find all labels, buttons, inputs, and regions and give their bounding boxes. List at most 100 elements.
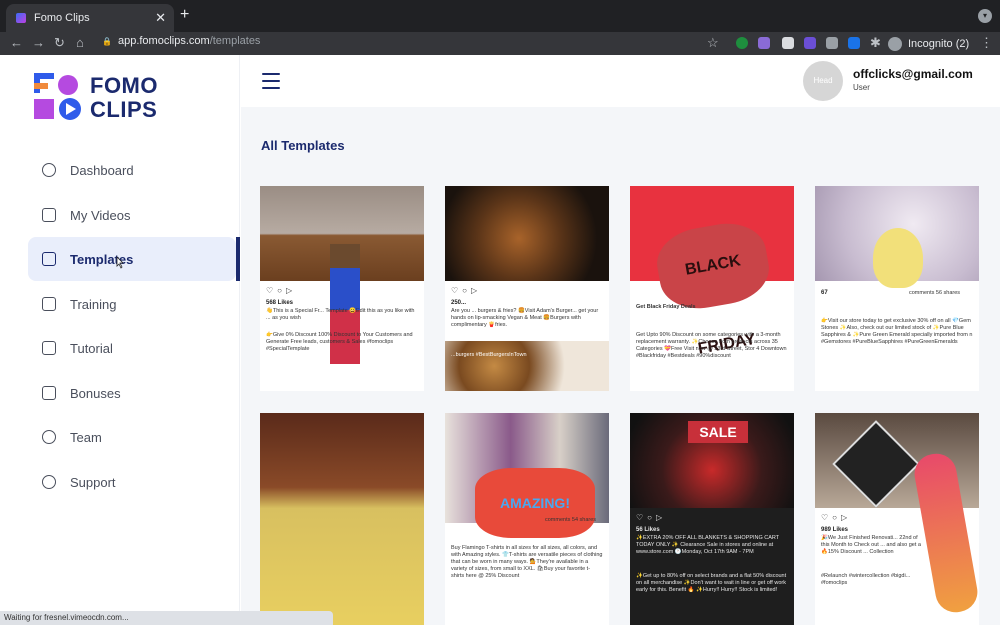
sidebar-item-label: Team bbox=[70, 429, 102, 445]
template-thumbnail bbox=[260, 413, 424, 625]
likes-count: 67 bbox=[821, 290, 828, 296]
sidebar-item-label: My Videos bbox=[70, 207, 131, 223]
template-card-3[interactable]: BLACK FRIDAY Get Black Friday Deals Get … bbox=[630, 186, 794, 391]
incognito-label: Incognito (2) bbox=[908, 37, 970, 50]
sidebar-item-team[interactable]: Team bbox=[28, 415, 236, 459]
close-tab-icon[interactable]: ✕ bbox=[155, 10, 166, 26]
page-title: All Templates bbox=[261, 138, 345, 153]
template-card-6[interactable]: AMAZING! comments 54 shares Buy Flamingo… bbox=[445, 413, 609, 625]
extensions-puzzle-icon[interactable]: ✱ bbox=[870, 35, 881, 51]
new-tab-button[interactable]: + bbox=[180, 6, 189, 24]
app-header: Head offclicks@gmail.com User bbox=[240, 55, 1000, 107]
sale-sign: SALE bbox=[688, 421, 748, 443]
template-thumbnail bbox=[445, 186, 609, 281]
post-caption: 👋This is a Special Fr... Template 😀Edit … bbox=[266, 308, 415, 321]
browser-tab-strip: Fomo Clips ✕ + ▾ bbox=[0, 0, 1000, 32]
favicon-icon bbox=[16, 13, 26, 23]
reload-icon[interactable]: ↻ bbox=[54, 35, 65, 51]
post-action-icons: ♡○▷ bbox=[636, 513, 667, 522]
fomo-clips-logo[interactable]: FOMO CLIPS bbox=[34, 73, 174, 122]
tab-search-icon[interactable]: ▾ bbox=[978, 9, 992, 23]
template-card-4[interactable]: 67 comments 56 shares 👉Visit our store t… bbox=[815, 186, 979, 391]
avatar[interactable]: Head bbox=[803, 61, 843, 101]
user-email: offclicks@gmail.com bbox=[853, 67, 973, 81]
sidebar: FOMO CLIPS Dashboard My Videos Templates… bbox=[0, 55, 240, 625]
post-caption: ✨EXTRA 20% OFF ALL BLANKETS & SHOPPING C… bbox=[636, 535, 780, 555]
sidebar-item-label: Bonuses bbox=[70, 385, 121, 401]
sidebar-item-label: Training bbox=[70, 296, 117, 312]
status-bar: Waiting for fresnel.vimeocdn.com... bbox=[0, 611, 333, 625]
bonuses-icon bbox=[42, 386, 56, 400]
browser-tab[interactable]: Fomo Clips ✕ bbox=[6, 4, 174, 32]
sidebar-item-training[interactable]: Training bbox=[28, 282, 236, 326]
templates-area: All Templates ♡○▷ 568 Likes 👋This is a S… bbox=[241, 107, 1000, 625]
template-card-5[interactable] bbox=[260, 413, 424, 625]
support-icon bbox=[42, 475, 56, 489]
sidebar-item-bonuses[interactable]: Bonuses bbox=[28, 371, 236, 415]
incognito-badge[interactable]: Incognito (2) bbox=[888, 35, 969, 52]
browser-toolbar: ← → ↻ ⌂ 🔒 app.fomoclips.com/templates ☆ … bbox=[0, 32, 1000, 55]
active-indicator bbox=[236, 237, 240, 281]
amazing-graphic: AMAZING! bbox=[475, 468, 595, 538]
url-host: app.fomoclips.com bbox=[117, 35, 210, 47]
forward-icon[interactable]: → bbox=[32, 35, 45, 50]
extension-pen-icon[interactable] bbox=[782, 37, 794, 49]
team-icon bbox=[42, 430, 56, 444]
post-caption: 🎉We Just Finished Renovati... 22nd of th… bbox=[821, 535, 921, 555]
sidebar-item-my-videos[interactable]: My Videos bbox=[28, 193, 236, 237]
mouse-cursor-icon bbox=[116, 256, 124, 269]
post-caption-extra: #Relaunch #wintercollection #bigdi... #f… bbox=[821, 573, 911, 586]
extension-feather-icon[interactable] bbox=[758, 37, 770, 49]
template-card-2[interactable]: ♡○▷ 250... Are you ... burgers & fries? … bbox=[445, 186, 609, 391]
post-comments: comments 54 shares bbox=[545, 517, 597, 523]
training-icon bbox=[42, 297, 56, 311]
likes-count: 568 Likes bbox=[266, 300, 294, 306]
burger-image bbox=[445, 341, 609, 391]
template-card-7[interactable]: SALE ♡○▷ 56 Likes ✨EXTRA 20% OFF ALL BLA… bbox=[630, 413, 794, 625]
post-caption-extra: ...burgers #BestBurgersInTown bbox=[451, 352, 527, 358]
post-caption-extra: 👉Give 0% Discount 100% Discount to Your … bbox=[266, 332, 413, 352]
extension-grid-icon[interactable] bbox=[826, 37, 838, 49]
likes-count: 989 Likes bbox=[821, 527, 849, 533]
browser-menu-icon[interactable]: ⋮ bbox=[980, 35, 993, 51]
back-icon[interactable]: ← bbox=[10, 35, 23, 50]
post-caption-extra: 👉Visit our store today to get exclusive … bbox=[821, 318, 973, 345]
tutorial-icon bbox=[42, 341, 56, 355]
user-role: User bbox=[853, 83, 870, 92]
post-action-icons: ♡○▷ bbox=[451, 286, 482, 295]
extension-blue-icon[interactable] bbox=[848, 37, 860, 49]
angel-figure bbox=[873, 228, 923, 288]
likes-count: 250... bbox=[451, 300, 467, 306]
post-caption-extra: Buy Flamingo T-shirts in all sizes for a… bbox=[451, 545, 603, 579]
template-card-1[interactable]: ♡○▷ 568 Likes 👋This is a Special Fr... T… bbox=[260, 186, 424, 391]
home-icon[interactable]: ⌂ bbox=[76, 35, 84, 50]
sidebar-item-tutorial[interactable]: Tutorial bbox=[28, 326, 236, 370]
sidebar-item-label: Support bbox=[70, 474, 116, 490]
post-caption-extra: Get Upto 90% Discount on some categories… bbox=[636, 332, 787, 359]
post-caption: Are you ... burgers & fries? 🍔Visit Adam… bbox=[451, 308, 599, 328]
post-action-icons: ♡○▷ bbox=[821, 513, 852, 522]
logo-mark-icon bbox=[34, 73, 81, 120]
sidebar-item-support[interactable]: Support bbox=[28, 460, 236, 504]
bookmark-star-icon[interactable]: ☆ bbox=[707, 35, 719, 51]
hamburger-menu-icon[interactable] bbox=[262, 73, 280, 94]
post-heading: Get Black Friday Deals bbox=[636, 304, 696, 310]
likes-count: 56 Likes bbox=[636, 527, 660, 533]
tab-title: Fomo Clips bbox=[34, 12, 90, 24]
lock-icon: 🔒 bbox=[102, 36, 112, 46]
address-bar[interactable]: 🔒 app.fomoclips.com/templates bbox=[102, 35, 260, 47]
extension-green-icon[interactable] bbox=[736, 37, 748, 49]
incognito-icon bbox=[888, 36, 902, 51]
extension-purple-icon[interactable] bbox=[804, 37, 816, 49]
sidebar-item-templates[interactable]: Templates bbox=[28, 237, 236, 281]
videos-icon bbox=[42, 208, 56, 222]
url-path: /templates bbox=[209, 35, 261, 47]
sidebar-item-label: Dashboard bbox=[70, 162, 134, 178]
post-action-icons: ♡○▷ bbox=[266, 286, 297, 295]
logo-text-line1: FOMO bbox=[90, 73, 158, 98]
dashboard-icon bbox=[42, 163, 56, 177]
post-comments: comments 56 shares bbox=[909, 290, 961, 296]
template-card-8[interactable]: ♡○▷ 989 Likes 🎉We Just Finished Renovati… bbox=[815, 413, 979, 625]
sidebar-item-dashboard[interactable]: Dashboard bbox=[28, 148, 236, 192]
post-caption-extra: ✨Get up to 80% off on select brands and … bbox=[636, 573, 787, 593]
